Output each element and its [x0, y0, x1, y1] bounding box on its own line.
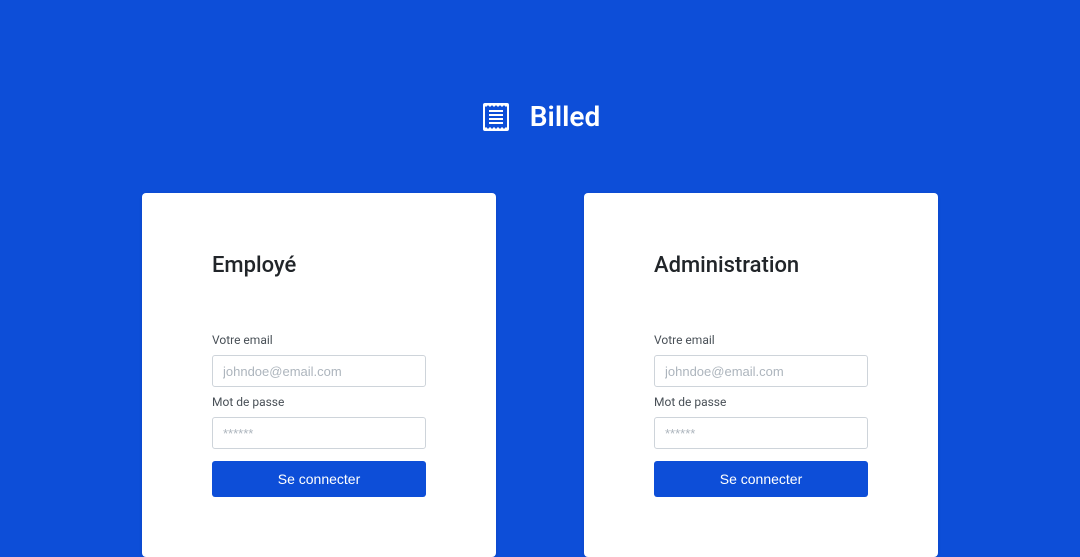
admin-login-form: Votre email Mot de passe Se connecter — [654, 333, 868, 497]
admin-email-input[interactable] — [654, 355, 868, 387]
employee-email-input[interactable] — [212, 355, 426, 387]
admin-submit-button[interactable]: Se connecter — [654, 461, 868, 497]
login-cards-container: Employé Votre email Mot de passe Se conn… — [0, 193, 1080, 557]
employee-login-form: Votre email Mot de passe Se connecter — [212, 333, 426, 497]
employee-card-title: Employé — [212, 253, 426, 278]
admin-password-input[interactable] — [654, 417, 868, 449]
admin-password-label: Mot de passe — [654, 395, 868, 409]
app-header: Billed — [0, 100, 1080, 133]
employee-login-card: Employé Votre email Mot de passe Se conn… — [142, 193, 496, 557]
admin-card-title: Administration — [654, 253, 868, 278]
employee-submit-button[interactable]: Se connecter — [212, 461, 426, 497]
receipt-icon — [480, 101, 512, 133]
admin-login-card: Administration Votre email Mot de passe … — [584, 193, 938, 557]
employee-password-input[interactable] — [212, 417, 426, 449]
app-title: Billed — [530, 100, 600, 133]
admin-email-label: Votre email — [654, 333, 868, 347]
employee-password-label: Mot de passe — [212, 395, 426, 409]
employee-email-label: Votre email — [212, 333, 426, 347]
